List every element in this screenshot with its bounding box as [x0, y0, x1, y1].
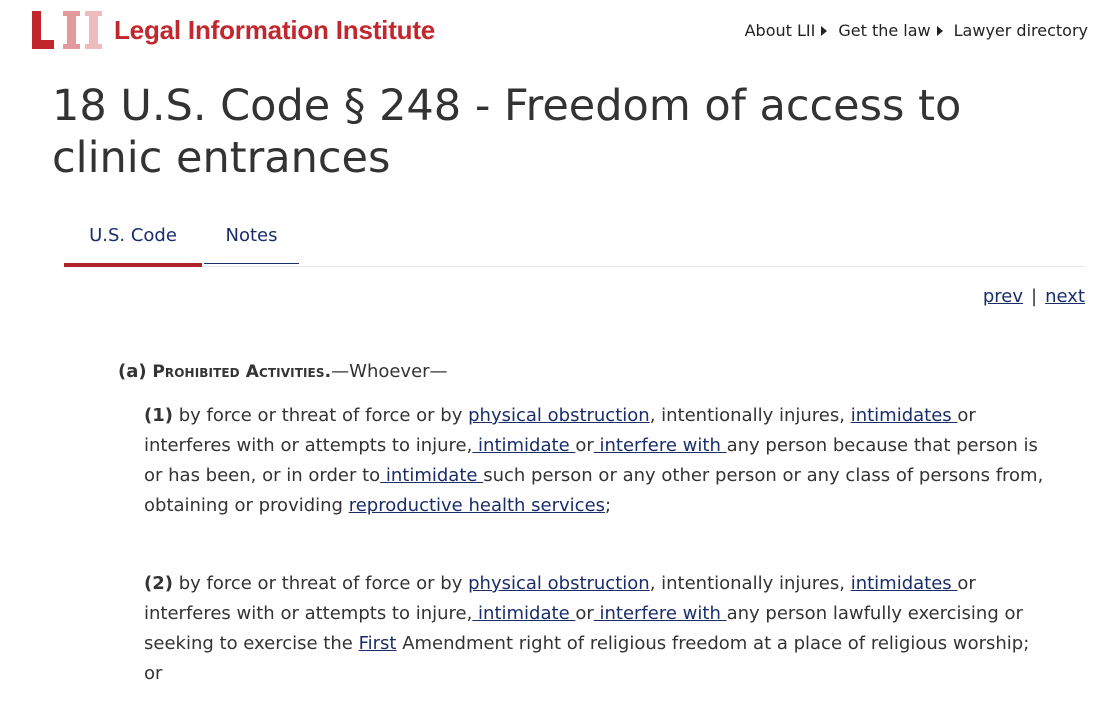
definition-link-intimidate[interactable]: intimidate — [380, 465, 483, 486]
definition-link-intimidates[interactable]: intimidates — [851, 405, 958, 426]
subsection-lead: —Whoever— — [331, 361, 448, 382]
paragraph-text: or — [575, 435, 594, 456]
page-title: 18 U.S. Code § 248 - Freedom of access t… — [52, 81, 962, 183]
pager-separator: | — [1031, 286, 1038, 307]
tab-us-code[interactable]: U.S. Code — [64, 222, 202, 267]
paragraph-2: (2) by force or threat of force or by ph… — [144, 569, 1044, 689]
definition-link-reproductive-health-services[interactable]: reproductive health services — [349, 495, 605, 516]
nav-get-the-law-label: Get the law — [838, 21, 931, 40]
paragraph-text: by force or threat of force or by — [172, 405, 469, 426]
paragraph-1: (1) by force or threat of force or by ph… — [144, 401, 1044, 521]
definition-link-interfere-with[interactable]: interfere with — [594, 435, 727, 456]
paragraph-text: , intentionally injures, — [649, 573, 851, 594]
section-pager: prev | next — [983, 286, 1085, 307]
nav-about-lii[interactable]: About LII — [745, 21, 839, 40]
definition-link-physical-obstruction[interactable]: physical obstruction — [468, 405, 650, 426]
definition-link-interfere-with[interactable]: interfere with — [594, 603, 727, 624]
nav-get-the-law[interactable]: Get the law — [838, 21, 953, 40]
definition-link-intimidates[interactable]: intimidates — [851, 573, 958, 594]
logo-text: Legal Information Institute — [114, 14, 436, 45]
paragraph-text: by force or threat of force or by — [172, 573, 469, 594]
caret-right-icon — [936, 25, 943, 36]
subsection-a-heading: (a) Prohibited Activities.—Whoever— — [118, 361, 448, 382]
tab-notes-label: Notes — [225, 225, 278, 246]
nav-lawyer-directory-label: Lawyer directory — [953, 21, 1088, 40]
paragraph-text: , intentionally injures, — [649, 405, 851, 426]
paragraph-text: ; — [605, 495, 612, 516]
nav-about-lii-label: About LII — [744, 21, 816, 40]
paragraph-enum: (1) — [144, 405, 173, 426]
link-first-amendment[interactable]: First — [359, 633, 397, 654]
prev-link[interactable]: prev — [983, 286, 1023, 307]
nav-lawyer-directory[interactable]: Lawyer directory — [954, 21, 1088, 40]
paragraph-text: or — [575, 603, 594, 624]
caret-right-icon — [821, 25, 828, 36]
next-link[interactable]: next — [1045, 286, 1085, 307]
tab-us-code-label: U.S. Code — [89, 225, 177, 246]
definition-link-intimidate[interactable]: intimidate — [472, 603, 575, 624]
site-header: Legal Information Institute About LII Ge… — [0, 0, 1097, 62]
top-nav: About LII Get the law Lawyer directory — [745, 21, 1088, 40]
definition-link-physical-obstruction[interactable]: physical obstruction — [468, 573, 650, 594]
paragraph-enum: (2) — [144, 573, 173, 594]
lii-logo-mark — [32, 11, 102, 49]
subsection-enum: (a) — [118, 361, 147, 382]
tab-notes[interactable]: Notes — [204, 222, 299, 264]
subsection-heading: Prohibited Activities. — [152, 362, 332, 382]
lii-logo-link[interactable]: Legal Information Institute — [32, 9, 435, 51]
definition-link-intimidate[interactable]: intimidate — [472, 435, 575, 456]
section-tabs: U.S. Code Notes — [64, 222, 1085, 267]
